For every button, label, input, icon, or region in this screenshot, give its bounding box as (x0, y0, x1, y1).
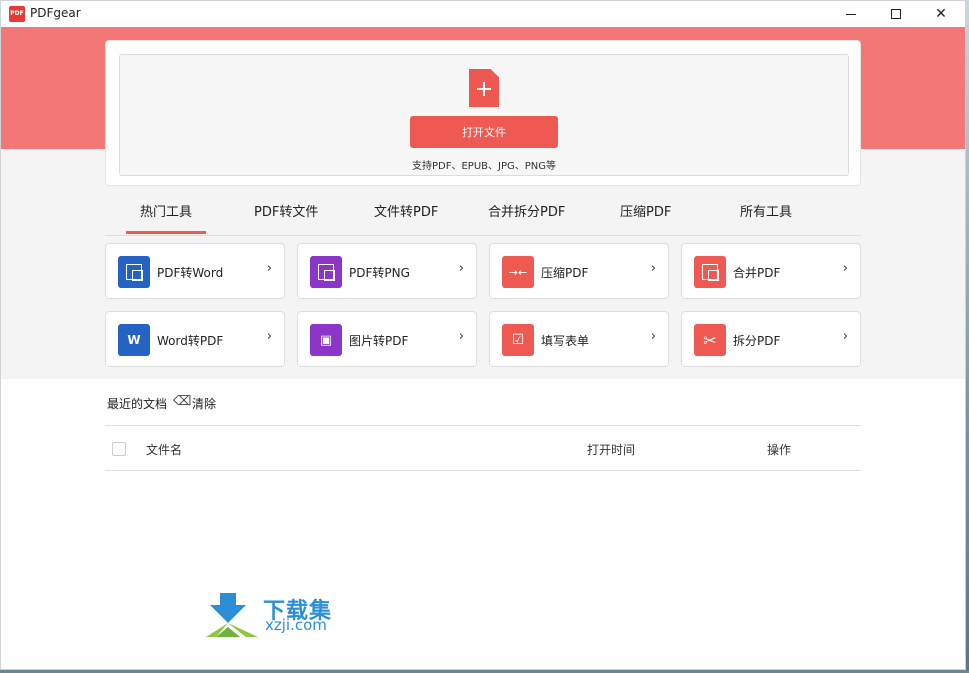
maximize-icon (891, 9, 901, 19)
tab-popular-tools[interactable]: 热门工具 (140, 201, 192, 220)
chevron-right-icon: › (842, 329, 848, 344)
tool-label: PDF转PNG (349, 266, 410, 280)
upload-card: 打开文件 支持PDF、EPUB、JPG、PNG等 (105, 40, 861, 186)
minimize-button[interactable] (829, 1, 873, 27)
close-icon: ✕ (935, 6, 947, 22)
minimize-icon (846, 13, 856, 15)
pdf-to-word-icon (118, 256, 150, 288)
clear-recent-button[interactable]: 清除 (192, 395, 216, 412)
supported-formats-text: 支持PDF、EPUB、JPG、PNG等 (412, 161, 556, 172)
open-file-button[interactable]: 打开文件 (410, 116, 558, 148)
image-to-pdf-icon: ▣ (310, 324, 342, 356)
tool-word-to-pdf[interactable]: W Word转PDF › (105, 311, 285, 367)
tab-all-tools[interactable]: 所有工具 (740, 201, 792, 220)
tool-label: 图片转PDF (349, 334, 409, 348)
tab-file-to-pdf[interactable]: 文件转PDF (374, 201, 438, 220)
app-window: PDF PDFgear ✕ 打开文件 支持PDF、EPUB、JPG、PNG等 热… (0, 0, 966, 670)
tab-pdf-to-file[interactable]: PDF转文件 (254, 201, 318, 220)
tool-label: 压缩PDF (541, 266, 589, 280)
active-tab-indicator (126, 231, 206, 234)
drop-zone[interactable]: 打开文件 支持PDF、EPUB、JPG、PNG等 (119, 54, 849, 176)
tab-compress-pdf[interactable]: 压缩PDF (620, 201, 671, 220)
watermark-logo-icon (206, 593, 258, 637)
tool-split-pdf[interactable]: ✂ 拆分PDF › (681, 311, 861, 367)
tool-image-to-pdf[interactable]: ▣ 图片转PDF › (297, 311, 477, 367)
column-open-time[interactable]: 打开时间 (587, 441, 635, 458)
recent-documents-title: 最近的文档 (107, 397, 168, 411)
chevron-right-icon: › (842, 261, 848, 276)
tool-pdf-to-png[interactable]: PDF转PNG › (297, 243, 477, 299)
app-logo-icon: PDF (9, 6, 25, 22)
chevron-right-icon: › (650, 329, 656, 344)
chevron-right-icon: › (650, 261, 656, 276)
tool-label: Word转PDF (157, 334, 224, 348)
add-file-icon[interactable] (469, 69, 499, 107)
close-button[interactable]: ✕ (919, 1, 963, 27)
title-bar[interactable]: PDF PDFgear ✕ (1, 1, 965, 27)
pdf-to-png-icon (310, 256, 342, 288)
tool-tabs: 热门工具 PDF转文件 文件转PDF 合并拆分PDF 压缩PDF 所有工具 (105, 191, 861, 236)
chevron-right-icon: › (458, 261, 464, 276)
tool-fill-form[interactable]: ☑ 填写表单 › (489, 311, 669, 367)
maximize-button[interactable] (874, 1, 918, 27)
tool-merge-pdf[interactable]: 合并PDF › (681, 243, 861, 299)
word-to-pdf-icon: W (118, 324, 150, 356)
tool-compress-pdf[interactable]: →← 压缩PDF › (489, 243, 669, 299)
split-icon: ✂ (694, 324, 726, 356)
column-file-name[interactable]: 文件名 (146, 441, 182, 458)
tab-merge-split-pdf[interactable]: 合并拆分PDF (488, 201, 565, 220)
broom-icon[interactable]: ⌫ (173, 394, 191, 409)
recent-table-header: 文件名 打开时间 操作 (105, 425, 861, 471)
chevron-right-icon: › (458, 329, 464, 344)
tool-label: 拆分PDF (733, 334, 781, 348)
chevron-right-icon: › (266, 329, 272, 344)
merge-icon (694, 256, 726, 288)
watermark-url: xzji.com (265, 616, 327, 634)
column-actions: 操作 (767, 443, 792, 457)
select-all-checkbox[interactable] (112, 442, 126, 456)
app-title: PDFgear (30, 6, 81, 20)
compress-icon: →← (502, 256, 534, 288)
chevron-right-icon: › (266, 261, 272, 276)
tool-label: 合并PDF (733, 266, 781, 280)
tool-label: 填写表单 (541, 334, 590, 348)
tool-label: PDF转Word (157, 266, 224, 280)
tool-pdf-to-word[interactable]: PDF转Word › (105, 243, 285, 299)
fill-form-icon: ☑ (502, 324, 534, 356)
